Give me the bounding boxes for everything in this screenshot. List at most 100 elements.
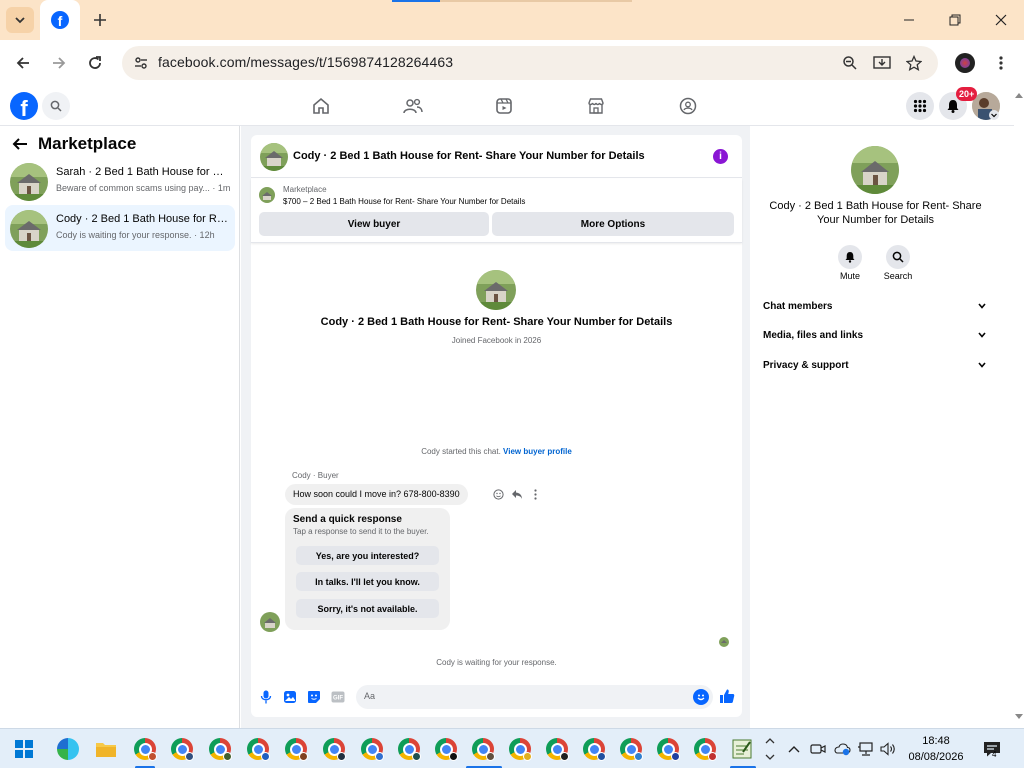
page-scrollbar[interactable]: [1014, 86, 1024, 728]
menu-button[interactable]: [906, 92, 934, 120]
chat-started-notice: Cody started this chat. View buyer profi…: [251, 447, 742, 456]
windows-logo-icon: [15, 740, 33, 758]
message-input[interactable]: Aa: [356, 685, 713, 709]
chrome-taskbar-icon[interactable]: [434, 737, 458, 761]
quick-response-button[interactable]: Sorry, it's not available.: [296, 599, 439, 618]
back-button[interactable]: [9, 49, 37, 77]
start-button[interactable]: [12, 737, 36, 761]
zoom-icon[interactable]: [839, 52, 861, 74]
chrome-taskbar-icon[interactable]: [619, 737, 643, 761]
intro-avatar[interactable]: [476, 270, 516, 310]
meet-now-icon[interactable]: [806, 737, 830, 761]
nav-marketplace[interactable]: [584, 94, 608, 118]
chrome-taskbar-icon[interactable]: [284, 737, 308, 761]
reply-icon[interactable]: [510, 488, 523, 501]
gif-icon[interactable]: GIF: [330, 689, 346, 705]
install-app-icon[interactable]: [871, 52, 893, 74]
chevron-updown-icon: [765, 738, 775, 760]
show-hidden-icons-button[interactable]: [782, 737, 806, 761]
conversation-item-sarah[interactable]: Sarah · 2 Bed 1 Bath House for Ren... Be…: [5, 158, 235, 204]
tab-search-button[interactable]: [6, 7, 34, 33]
file-explorer-icon[interactable]: [94, 737, 118, 761]
taskbar-overflow-button[interactable]: [763, 737, 777, 761]
section-privacy-support[interactable]: Privacy & support: [763, 357, 988, 377]
chrome-taskbar-icon[interactable]: [545, 737, 569, 761]
photo-icon[interactable]: [282, 689, 298, 705]
marketplace-listing-bar: Marketplace $700 – 2 Bed 1 Bath House fo…: [251, 179, 742, 243]
onedrive-icon[interactable]: [830, 737, 854, 761]
view-buyer-button[interactable]: View buyer: [259, 212, 489, 236]
address-bar[interactable]: facebook.com/messages/t/1569874128264463: [122, 46, 938, 80]
browser-menu-button[interactable]: [987, 49, 1015, 77]
emoji-icon[interactable]: [693, 689, 709, 705]
react-icon[interactable]: [492, 488, 505, 501]
chrome-taskbar-icon[interactable]: [170, 737, 194, 761]
sender-avatar[interactable]: [260, 612, 280, 632]
view-buyer-profile-link[interactable]: View buyer profile: [503, 447, 572, 456]
chat-avatar[interactable]: [260, 143, 288, 171]
thumbs-up-icon[interactable]: [719, 688, 735, 704]
quick-response-button[interactable]: Yes, are you interested?: [296, 546, 439, 565]
mute-label: Mute: [839, 271, 860, 281]
sender-label: Cody · Buyer: [292, 471, 339, 480]
close-window-button[interactable]: [978, 0, 1024, 40]
reload-button[interactable]: [81, 49, 109, 77]
browser-tab-facebook[interactable]: f: [40, 0, 80, 40]
section-chat-members[interactable]: Chat members: [763, 298, 988, 318]
windows-taskbar: 18:48 08/08/2026 4: [0, 728, 1024, 768]
tab-strip-accent: [392, 0, 440, 2]
back-arrow-icon[interactable]: [12, 137, 28, 151]
nav-video[interactable]: [492, 94, 516, 118]
facebook-logo[interactable]: f: [10, 92, 38, 121]
more-options-button[interactable]: More Options: [492, 212, 734, 236]
scroll-up-icon: [1015, 93, 1023, 98]
microphone-icon[interactable]: [258, 689, 274, 705]
chrome-taskbar-icon[interactable]: [693, 737, 717, 761]
url-text[interactable]: facebook.com/messages/t/1569874128264463: [158, 54, 453, 70]
chrome-taskbar-icon[interactable]: [582, 737, 606, 761]
conversation-snippet: Beware of common scams using pay... · 1m: [56, 183, 231, 193]
site-info-icon[interactable]: [130, 52, 152, 74]
search-label: Search: [883, 271, 913, 281]
chrome-taskbar-icon[interactable]: [397, 737, 421, 761]
chrome-taskbar-icon[interactable]: [208, 737, 232, 761]
system-clock[interactable]: 18:48 08/08/2026: [900, 733, 972, 765]
bell-icon: [947, 100, 959, 113]
nav-groups[interactable]: [676, 94, 700, 118]
sticker-icon[interactable]: [306, 689, 322, 705]
search-in-conversation-button[interactable]: [886, 245, 910, 269]
chrome-taskbar-icon[interactable]: [322, 737, 346, 761]
nav-friends[interactable]: [401, 94, 425, 118]
bookmark-star-icon[interactable]: [903, 52, 925, 74]
section-media-files-links[interactable]: Media, files and links: [763, 327, 988, 347]
minimize-button[interactable]: [886, 0, 932, 40]
arrow-right-icon: [53, 57, 66, 69]
chrome-taskbar-icon[interactable]: [133, 737, 157, 761]
chrome-taskbar-icon[interactable]: [508, 737, 532, 761]
mute-button[interactable]: [838, 245, 862, 269]
section-label: Chat members: [763, 301, 833, 312]
forward-button[interactable]: [45, 49, 73, 77]
nav-home[interactable]: [309, 94, 333, 118]
profile-avatar-button[interactable]: [951, 49, 979, 77]
details-avatar[interactable]: [851, 146, 899, 194]
chrome-taskbar-icon[interactable]: [360, 737, 384, 761]
restore-button[interactable]: [932, 0, 978, 40]
chat-title[interactable]: Cody · 2 Bed 1 Bath House for Rent- Shar…: [293, 150, 645, 162]
facebook-search-button[interactable]: [42, 92, 70, 120]
volume-icon[interactable]: [877, 737, 901, 761]
chat-started-text: Cody started this chat.: [421, 447, 501, 456]
chrome-taskbar-icon[interactable]: [246, 737, 270, 761]
network-icon[interactable]: [854, 737, 878, 761]
chrome-taskbar-icon[interactable]: [656, 737, 680, 761]
info-icon[interactable]: i: [713, 149, 728, 164]
edge-taskbar-icon[interactable]: [56, 737, 80, 761]
notepad-taskbar-icon[interactable]: [730, 737, 754, 761]
quick-response-button[interactable]: In talks. I'll let you know.: [296, 572, 439, 591]
chrome-taskbar-icon[interactable]: [471, 737, 495, 761]
listing-title[interactable]: $700 – 2 Bed 1 Bath House for Rent- Shar…: [283, 197, 525, 206]
new-tab-button[interactable]: [88, 8, 112, 32]
more-vertical-icon[interactable]: [529, 488, 542, 501]
message-bubble[interactable]: How soon could I move in? 678-800-8390: [285, 484, 468, 505]
conversation-item-cody[interactable]: Cody · 2 Bed 1 Bath House for Ren... Cod…: [5, 205, 235, 251]
